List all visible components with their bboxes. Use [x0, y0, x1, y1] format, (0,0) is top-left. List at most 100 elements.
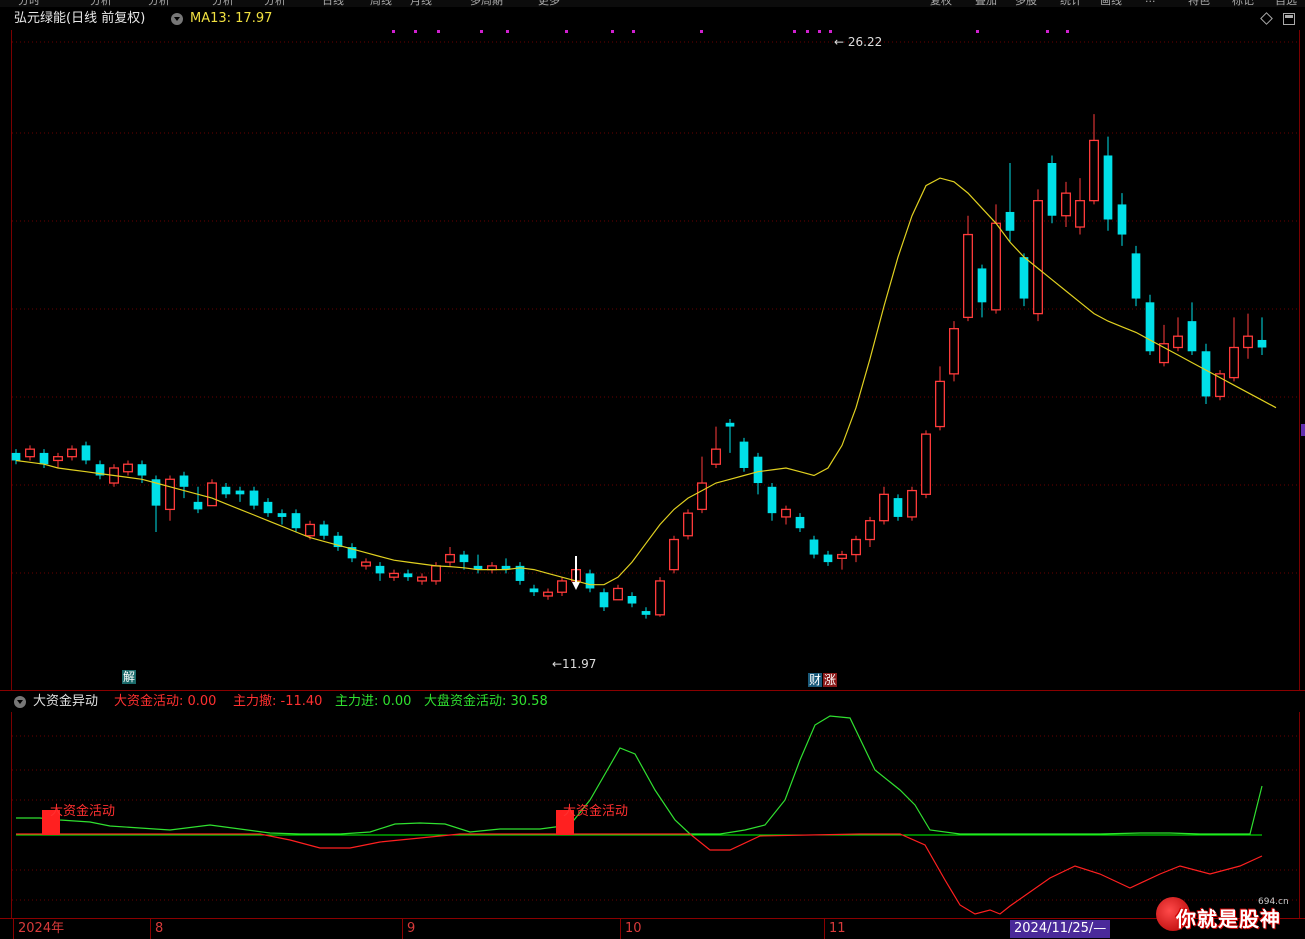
- candle-body: [893, 498, 903, 517]
- candle-body: [235, 490, 245, 495]
- market-funds-line: [16, 715, 1263, 835]
- candle-body: [389, 572, 399, 578]
- candle-body: [25, 448, 35, 458]
- candle-body: [137, 464, 147, 476]
- candle-body: [165, 478, 175, 511]
- candle-body: [585, 573, 595, 589]
- candle-body: [1243, 335, 1253, 349]
- candle-body: [613, 587, 623, 601]
- logo-text: 你就是股神: [1176, 907, 1281, 931]
- signal-dot: [976, 30, 979, 33]
- candle-body: [123, 463, 133, 473]
- candle-body: [431, 565, 441, 582]
- candle-body: [305, 523, 315, 537]
- candle-body: [1187, 321, 1197, 352]
- event-marker-cai[interactable]: 财: [808, 673, 823, 687]
- candle-body: [1117, 204, 1127, 235]
- signal-dot: [806, 30, 809, 33]
- candle-body: [1075, 200, 1085, 228]
- candle-body: [529, 588, 539, 593]
- candle-body: [1159, 343, 1169, 364]
- candle-body: [935, 380, 945, 428]
- candle-body: [851, 538, 861, 556]
- candle-body: [403, 573, 413, 578]
- candle-body: [1257, 339, 1267, 348]
- signal-dot: [414, 30, 417, 33]
- candle-body: [809, 539, 819, 555]
- candle-body: [921, 433, 931, 495]
- low-price-label: ←11.97: [552, 657, 596, 671]
- candle-body: [1033, 200, 1043, 315]
- candle-body: [725, 422, 735, 427]
- candle-body: [11, 452, 21, 461]
- candle-body: [39, 452, 49, 465]
- signal-dot: [437, 30, 440, 33]
- date-axis: 2024年 8 9 10 11 2024/11/25/—: [0, 918, 1305, 939]
- signal-dot: [392, 30, 395, 33]
- candle-body: [795, 516, 805, 529]
- candle-body: [781, 508, 791, 518]
- candle-body: [1173, 335, 1183, 349]
- big-funds-annotation: 大资金活动: [563, 803, 628, 819]
- candle-body: [739, 441, 749, 468]
- candle-body: [907, 489, 917, 518]
- candle-body: [767, 486, 777, 514]
- candle-body: [627, 595, 637, 604]
- candle-body: [291, 513, 301, 529]
- candle-body: [319, 524, 329, 536]
- watermark-logo: 你就是股神 694.cn: [1156, 897, 1304, 937]
- date-tick: 10: [620, 919, 642, 939]
- candle-body: [81, 445, 91, 461]
- date-tick: 2024年: [13, 919, 64, 939]
- candle-body: [641, 611, 651, 615]
- event-marker-jie[interactable]: 解: [122, 670, 137, 684]
- signal-dot: [632, 30, 635, 33]
- candle-body: [53, 456, 63, 462]
- candle-body: [1019, 257, 1029, 299]
- date-cursor-label: 2024/11/25/—: [1010, 920, 1111, 938]
- candle-body: [277, 513, 287, 517]
- signal-dot: [506, 30, 509, 33]
- buy-arrow-head: [572, 582, 580, 590]
- candle-body: [1047, 163, 1057, 216]
- signal-dot: [1046, 30, 1049, 33]
- candle-body: [879, 493, 889, 522]
- chart-canvas[interactable]: ← 26.22 ←11.97 大资金活动 大资金活动: [0, 0, 1305, 939]
- big-funds-annotation: 大资金活动: [50, 803, 115, 819]
- candle-body: [697, 482, 707, 511]
- candle-body: [599, 592, 609, 608]
- signal-dot: [793, 30, 796, 33]
- candle-body: [543, 591, 553, 597]
- candle-body: [1103, 155, 1113, 220]
- signal-dot: [818, 30, 821, 33]
- candle-body: [1005, 211, 1015, 231]
- ma13-line: [15, 177, 1277, 586]
- candle-body: [711, 448, 721, 465]
- date-tick: 9: [402, 919, 415, 939]
- candle-body: [949, 328, 959, 375]
- candle-body: [1145, 302, 1155, 352]
- signal-dot: [700, 30, 703, 33]
- candle-body: [683, 512, 693, 537]
- candle-body: [221, 486, 231, 495]
- candle-body: [445, 553, 455, 563]
- candle-body: [459, 554, 469, 563]
- candle-body: [669, 538, 679, 571]
- logo-domain: 694.cn: [1258, 897, 1289, 907]
- candle-body: [963, 233, 973, 319]
- event-marker-zhang[interactable]: 涨: [823, 673, 838, 687]
- candle-body: [991, 222, 1001, 311]
- candle-body: [1089, 139, 1099, 202]
- signal-dot: [829, 30, 832, 33]
- candle-body: [837, 553, 847, 559]
- candle-body: [1061, 192, 1071, 217]
- candle-body: [417, 576, 427, 582]
- candle-body: [1201, 351, 1211, 397]
- signal-dot: [611, 30, 614, 33]
- candle-body: [361, 561, 371, 567]
- date-tick: 8: [150, 919, 163, 939]
- main-funds-out-line: [16, 833, 1263, 915]
- signal-dot: [1066, 30, 1069, 33]
- candle-body: [753, 456, 763, 484]
- candle-body: [67, 448, 77, 458]
